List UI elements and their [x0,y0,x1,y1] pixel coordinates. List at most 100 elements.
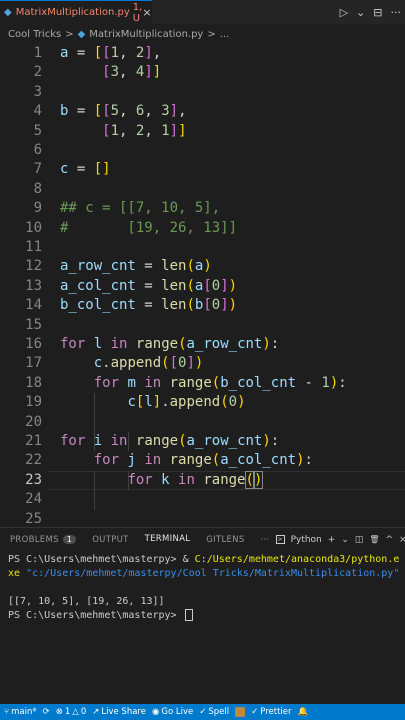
code-line: 21 for i in range(a_row_cnt): [0,432,405,451]
line-number: 20 [25,413,42,430]
code-line: 20 [0,413,405,432]
line-number: 1 [33,45,42,61]
line-number: 14 [25,297,42,314]
broadcast-icon: ◉ [151,707,160,717]
code-line: 9 ## c = [[7, 10, 5], [0,199,405,218]
problems-count-badge: 1 [62,535,77,544]
error-icon: ⊗ [55,707,63,717]
code-line: 14 b_col_cnt = len(b[0]) [0,296,405,315]
code-line: 12 a_row_cnt = len(a) [0,257,405,276]
run-icon[interactable]: ▷ [340,6,348,19]
code-line: 15 [0,316,405,335]
line-number: 9 [33,200,42,217]
line-number: 13 [25,277,42,294]
line-number: 22 [25,452,42,469]
line-number: 17 [25,355,42,372]
terminal-prompt: PS C:\Users\mehmet\masterpy> [8,609,397,623]
maximize-panel-icon[interactable]: ^ [386,535,394,545]
tab-gitlens[interactable]: GITLENS [206,528,244,552]
line-number: 12 [25,258,42,275]
code-line: 4b = [[5, 6, 3], [0,102,405,121]
line-number: 21 [25,433,42,449]
split-editor-icon[interactable]: ⊟ [373,6,382,19]
panel-actions: > Python + ⌄ ◫ 🗑 ^ × [275,535,405,545]
more-tabs-icon[interactable]: ··· [261,528,270,552]
breadcrumb-file[interactable]: MatrixMultiplication.py [89,29,203,40]
line-number: 3 [33,83,42,100]
split-terminal-icon[interactable]: ◫ [355,535,364,545]
double-check-icon: ✓ [251,707,259,717]
code-line: 7c = [] [0,160,405,179]
code-line: 11 [0,238,405,257]
code-line: 10 # [19, 26, 13]] [0,219,405,238]
tab-status: 1, U [132,1,143,24]
branch-indicator[interactable]: ⑂ main* [4,707,37,717]
line-number: 15 [25,316,42,333]
code-line: 13 a_col_cnt = len(a[0]) [0,277,405,296]
tab-actions: ▷ ⌄ ⊟ ··· [340,0,401,24]
breadcrumb-more[interactable]: ... [220,29,230,40]
code-line-current: 23 for k in range() [0,470,405,490]
code-editor[interactable]: 1a = [[1, 2], 2 [3, 4]] 3 4b = [[5, 6, 3… [0,44,405,527]
line-number: 16 [25,336,42,352]
bell-icon[interactable]: 🔔 [298,707,309,717]
breadcrumb-folder[interactable]: Cool Tricks [8,29,61,40]
avatar[interactable] [235,707,246,717]
line-number: 23 [25,471,42,488]
chevron-down-icon[interactable]: ⌄ [356,6,365,19]
sync-icon[interactable]: ⟳ [43,707,50,717]
python-file-icon: ◆ [4,7,12,18]
code-line: 18 for m in range(b_col_cnt - 1): [0,374,405,393]
terminal-shell-name[interactable]: Python [291,535,322,545]
terminal-cursor [184,609,193,621]
code-line: 16 for l in range(a_row_cnt): [0,335,405,354]
code-line: 8 [0,180,405,199]
line-number: 7 [33,161,42,178]
trash-icon[interactable]: 🗑 [369,535,379,544]
prettier-button[interactable]: ✓ Prettier [251,707,291,717]
code-line: 24 [0,490,405,509]
more-actions-icon[interactable]: ··· [391,6,402,19]
chevron-right-icon: > [65,28,74,40]
problems-indicator[interactable]: ⊗ 1 △ 0 [56,707,87,717]
code-line: 22 for j in range(a_col_cnt): [0,451,405,470]
live-share-icon: ↗ [92,707,100,717]
check-icon: ✓ [199,707,207,717]
line-number: 18 [25,374,42,391]
python-file-icon: ◆ [77,28,86,40]
tab-output[interactable]: OUTPUT [92,528,128,552]
live-share-button[interactable]: ↗ Live Share [92,707,146,717]
spell-button[interactable]: ✓ Spell [199,707,229,717]
panel-header: PROBLEMS 1 OUTPUT TERMINAL GITLENS ··· > … [0,527,405,552]
breadcrumb: Cool Tricks > ◆ MatrixMultiplication.py … [0,24,405,44]
line-number: 10 [25,219,42,236]
close-icon[interactable]: × [142,6,151,19]
tab-filename: MatrixMultiplication.py [15,7,130,18]
line-number: 24 [25,491,42,508]
code-line: 17 c.append([0]) [0,354,405,373]
close-panel-icon[interactable]: × [399,535,405,545]
code-line: 1a = [[1, 2], [0,44,405,63]
line-number: 6 [33,142,42,158]
terminal[interactable]: PS C:\Users\mehmet\masterpy> & C:/Users/… [0,551,405,704]
git-branch-icon: ⑂ [4,707,10,717]
code-line: 6 [0,141,405,160]
tab-matrix-multiplication[interactable]: ◆ MatrixMultiplication.py 1, U × [0,0,152,24]
code-line: 3 [0,83,405,102]
code-line: 2 [3, 4]] [0,63,405,82]
tab-bar: ◆ MatrixMultiplication.py 1, U × ▷ ⌄ ⊟ ·… [0,0,405,24]
chevron-down-icon[interactable]: ⌄ [341,535,349,545]
line-number: 2 [33,64,42,81]
code-line: 5 [1, 2, 1]] [0,122,405,141]
tab-problems[interactable]: PROBLEMS 1 [10,528,77,552]
terminal-output: [[7, 10, 5], [19, 26, 13]] [8,596,165,607]
terminal-line: xe "c:/Users/mehmet/masterpy/Cool Tricks… [8,568,400,579]
chevron-right-icon: > [207,28,216,40]
status-bar: ⑂ main* ⟳ ⊗ 1 △ 0 ↗ Live Share ◉ Go Live ✓ Spel… [0,704,405,720]
python-terminal-icon: > [275,535,285,544]
add-terminal-icon[interactable]: + [328,535,336,545]
tab-terminal[interactable]: TERMINAL [144,528,191,552]
line-number: 4 [33,103,42,120]
go-live-button[interactable]: ◉ Go Live [152,707,193,717]
